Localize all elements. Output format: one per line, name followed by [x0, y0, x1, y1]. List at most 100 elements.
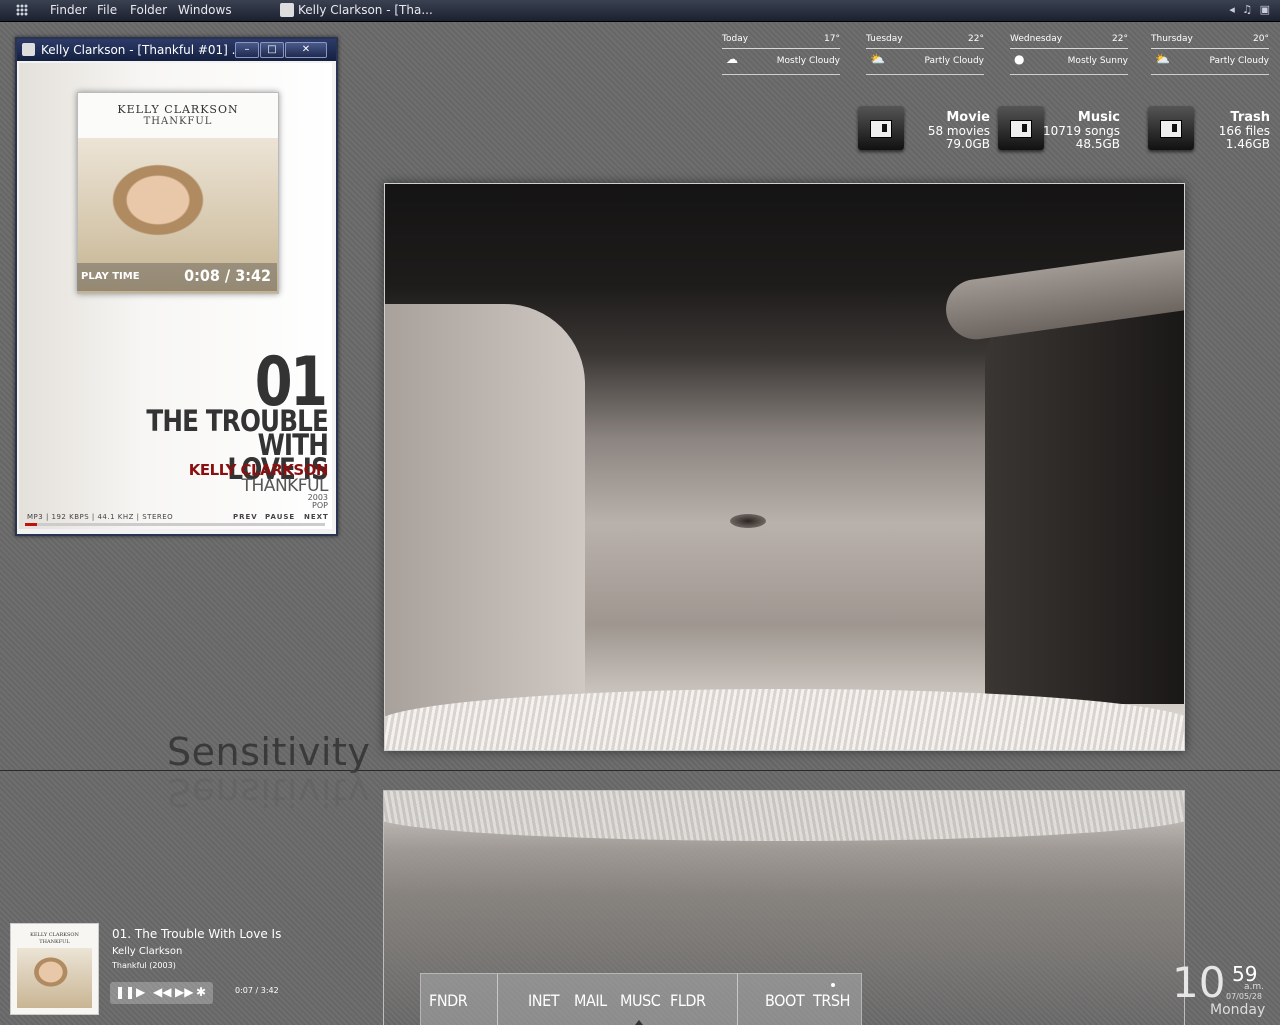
dock-item-fldr[interactable]: FLDR — [670, 991, 706, 1010]
now-playing-time: 0:07 / 3:42 — [235, 986, 279, 995]
prev-button[interactable]: PREV — [233, 513, 258, 521]
dock-item-musc[interactable]: MUSC — [620, 991, 661, 1010]
now-playing-title: 01. The Trouble With Love Is — [112, 927, 282, 941]
play-time-panel: PLAY TIME 0:08 / 3:42 — [77, 263, 277, 291]
track-year-genre: 2003 POP — [308, 494, 328, 510]
track-title-line1: THE TROUBLE WITH — [146, 404, 328, 462]
drive-music[interactable]: Music 10719 songs 48.5GB — [998, 100, 1120, 160]
menu-folder[interactable]: Folder — [130, 3, 167, 17]
dock-divider — [737, 974, 738, 1025]
drive-movie[interactable]: Movie 58 movies 79.0GB — [858, 100, 990, 160]
format-info: MP3 | 192 KBPS | 44.1 KHZ | STEREO — [27, 513, 174, 521]
app-grid-icon[interactable] — [16, 4, 28, 16]
music-player-window: Kelly Clarkson - [Thankful #01] ... – □ … — [15, 37, 338, 536]
dock-divider — [497, 974, 498, 1025]
minimize-button[interactable]: – — [235, 42, 259, 58]
now-playing-artist: Kelly Clarkson — [112, 946, 183, 957]
weather-divider — [722, 48, 840, 49]
menu-file[interactable]: File — [97, 3, 117, 17]
drive-size: 1.46GB — [1225, 137, 1270, 151]
np-cover-artist: KELLY CLARKSON — [30, 932, 79, 938]
close-button[interactable]: ✕ — [285, 42, 327, 58]
progress-bar[interactable] — [25, 523, 325, 526]
menu-windows[interactable]: Windows — [178, 3, 232, 17]
dock-item-inet[interactable]: INET — [528, 991, 560, 1010]
wallpaper-photo — [384, 183, 1185, 751]
running-indicator — [831, 983, 835, 987]
player-window-title: Kelly Clarkson - [Thankful #01] ... — [41, 43, 244, 57]
weather-day: Wednesday — [1010, 34, 1063, 44]
drive-count: 10719 songs — [1042, 124, 1120, 138]
wallpaper-caption: Sensitivity — [167, 730, 371, 774]
photo-jeans — [985, 304, 1184, 704]
pause-icon[interactable]: ❚❚ — [115, 985, 135, 999]
cover-album: THANKFUL — [143, 116, 213, 127]
now-playing-cover[interactable]: KELLY CLARKSON THANKFUL — [10, 923, 99, 1015]
drive-size: 79.0GB — [945, 137, 990, 151]
drive-title: Movie — [946, 110, 990, 125]
drive-size: 48.5GB — [1075, 137, 1120, 151]
menu-bar: Finder File Folder Windows Kelly Clarkso… — [0, 0, 1280, 22]
dock-item-mail[interactable]: MAIL — [574, 991, 607, 1010]
drive-trash[interactable]: Trash 166 files 1.46GB — [1148, 100, 1270, 160]
dock-item-boot[interactable]: BOOT — [765, 991, 805, 1010]
taskbar-item-label: Kelly Clarkson - [Tha... — [298, 3, 433, 17]
weather-divider — [1010, 48, 1128, 49]
clock-date: 07/05/28 — [1226, 992, 1262, 1001]
weather-temp: 20° — [1253, 34, 1269, 44]
photo-fur — [385, 689, 1184, 750]
active-pointer-icon — [635, 1020, 643, 1025]
weather-temp: 22° — [1112, 34, 1128, 44]
weather-wednesday: Wednesday 22° ● Mostly Sunny — [1010, 32, 1128, 75]
rewind-icon[interactable]: ◀◀ — [153, 985, 171, 999]
weather-tuesday: Tuesday 22° ⛅ Partly Cloudy — [866, 32, 984, 75]
now-playing-album: Thankful (2003) — [112, 961, 176, 970]
wallpaper-caption-reflection: Sensitivity — [167, 770, 371, 814]
fast-forward-icon[interactable]: ▶▶ — [175, 985, 193, 999]
player-app-icon — [280, 3, 294, 17]
sun-icon: ● — [1014, 52, 1025, 66]
next-button[interactable]: NEXT — [304, 513, 329, 521]
drive-count: 58 movies — [927, 124, 990, 138]
dock-item-fndr[interactable]: FNDR — [429, 991, 468, 1010]
now-playing-controls: ❚❚ ▶ ◀◀ ▶▶ ✱ — [110, 982, 213, 1004]
weather-thursday: Thursday 20° ⛅ Partly Cloudy — [1151, 32, 1269, 75]
photo-navel — [730, 514, 766, 528]
partly-cloudy-icon: ⛅ — [870, 52, 885, 66]
weather-condition: Mostly Cloudy — [776, 56, 840, 66]
weather-day: Today — [722, 34, 749, 44]
weather-divider — [1151, 48, 1269, 49]
np-cover-album: THANKFUL — [39, 939, 70, 945]
player-app-icon — [22, 43, 35, 56]
player-content: KELLY CLARKSON THANKFUL PLAY TIME 0:08 /… — [19, 63, 332, 529]
trash-box-icon — [1148, 106, 1194, 150]
weather-condition: Partly Cloudy — [1209, 56, 1270, 66]
play-icon[interactable]: ▶ — [136, 985, 145, 999]
movie-box-icon — [858, 106, 904, 150]
player-titlebar[interactable]: Kelly Clarkson - [Thankful #01] ... – □ … — [17, 39, 336, 61]
progress-fill — [25, 523, 37, 526]
weather-condition: Mostly Sunny — [1067, 56, 1128, 66]
reflection-fur — [384, 791, 1184, 841]
shuffle-icon[interactable]: ✱ — [196, 985, 206, 999]
taskbar-item-player[interactable]: Kelly Clarkson - [Tha... — [278, 1, 433, 20]
maximize-button[interactable]: □ — [260, 42, 284, 58]
track-genre: POP — [312, 501, 328, 510]
speaker-icon[interactable]: ♫ — [1242, 3, 1254, 16]
weather-condition: Partly Cloudy — [924, 56, 985, 66]
tray-arrow-icon[interactable]: ◂ — [1229, 3, 1237, 16]
drive-count: 166 files — [1218, 124, 1270, 138]
cloud-icon: ☁ — [726, 52, 738, 66]
clock-ampm: a.m. — [1244, 982, 1265, 992]
play-time-label: PLAY TIME — [81, 271, 140, 282]
dock-item-trsh[interactable]: TRSH — [813, 991, 850, 1010]
pause-button[interactable]: PAUSE — [265, 513, 295, 521]
system-tray: ◂ ♫ ▣ — [1229, 3, 1272, 16]
partly-cloudy-icon: ⛅ — [1155, 52, 1170, 66]
menu-finder[interactable]: Finder — [50, 3, 87, 17]
play-time-value: 0:08 / 3:42 — [184, 266, 271, 285]
network-icon[interactable]: ▣ — [1260, 3, 1272, 16]
clock-hour: 10 — [1172, 958, 1226, 1007]
drive-title: Trash — [1230, 110, 1270, 125]
weather-temp: 22° — [968, 34, 984, 44]
